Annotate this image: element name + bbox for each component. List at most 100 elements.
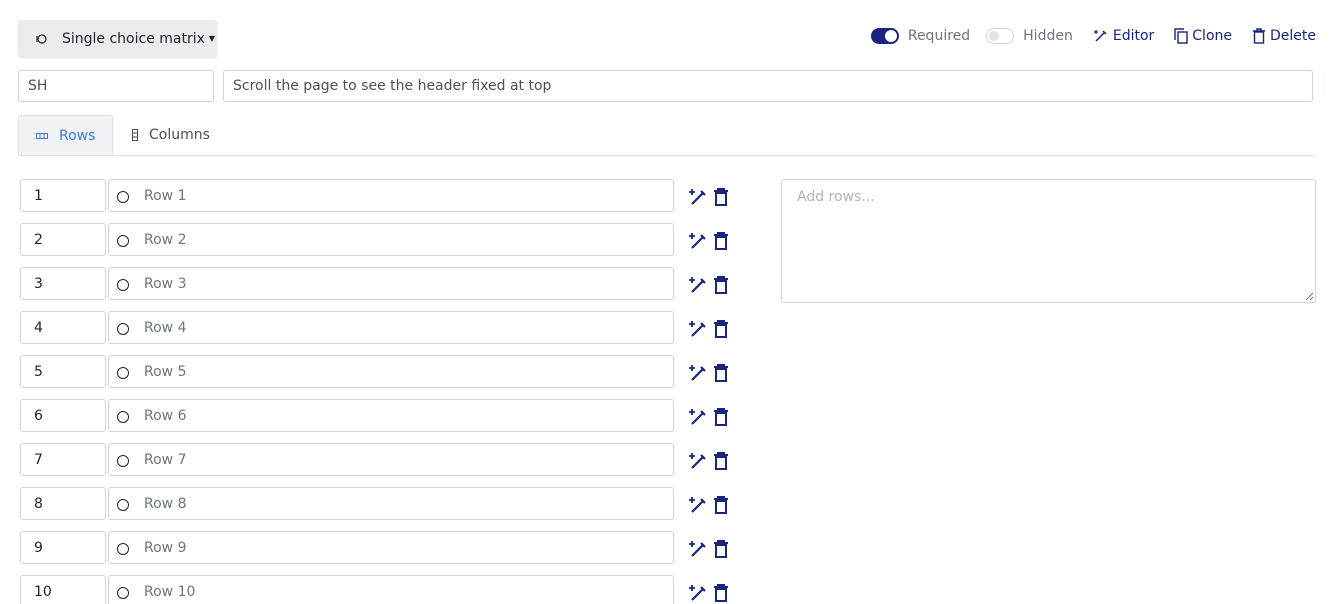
row-label-text: Row 1	[144, 187, 187, 204]
row-label-input[interactable]: Row 4	[108, 311, 674, 344]
copy-icon	[1174, 28, 1188, 44]
radio-icon	[117, 586, 129, 599]
row-actions	[688, 363, 734, 383]
edit-row-icon[interactable]	[688, 539, 708, 559]
row-actions	[688, 231, 734, 251]
radio-icon	[117, 542, 129, 555]
caret-down-icon: ▼	[208, 34, 216, 43]
radio-icon	[117, 234, 129, 247]
hidden-label: Hidden	[1023, 28, 1073, 44]
row-label-text: Row 10	[144, 583, 196, 600]
question-type-label: Single choice matrix	[62, 30, 205, 47]
delete-row-icon[interactable]	[713, 408, 729, 426]
row-code-input[interactable]: 9	[20, 531, 106, 564]
row-actions	[688, 275, 734, 295]
delete-row-icon[interactable]	[713, 496, 729, 514]
row-code-input[interactable]: 2	[20, 223, 106, 256]
editor-button[interactable]: Editor	[1093, 28, 1154, 44]
row-code-input[interactable]: 7	[20, 443, 106, 476]
row-label-text: Row 9	[144, 539, 187, 556]
matrix-type-icon	[34, 32, 48, 46]
rows-columns-tabs: Rows Columns	[18, 115, 1315, 156]
edit-row-icon[interactable]	[688, 363, 708, 383]
delete-row-icon[interactable]	[713, 364, 729, 382]
radio-icon	[117, 190, 129, 203]
resize-handle-icon[interactable]	[1305, 292, 1313, 300]
delete-row-icon[interactable]	[713, 232, 729, 250]
row-label-text: Row 2	[144, 231, 187, 248]
row-label-input[interactable]: Row 8	[108, 487, 674, 520]
tab-columns[interactable]: Columns	[132, 115, 210, 155]
radio-icon	[117, 454, 129, 467]
question-title-input[interactable]: Scroll the page to see the header fixed …	[223, 70, 1313, 102]
trash-icon	[1253, 28, 1265, 44]
row-label-input[interactable]: Row 1	[108, 179, 674, 212]
row-label-input[interactable]: Row 7	[108, 443, 674, 476]
radio-icon	[117, 498, 129, 511]
edit-row-icon[interactable]	[688, 319, 708, 339]
row-label-text: Row 4	[144, 319, 187, 336]
delete-row-icon[interactable]	[713, 276, 729, 294]
row-actions	[688, 407, 734, 427]
question-toolbar: Required Hidden Editor Clone Delete	[870, 28, 1316, 44]
delete-row-icon[interactable]	[713, 584, 729, 602]
row-code-input[interactable]: 6	[20, 399, 106, 432]
row-actions	[688, 451, 734, 471]
question-code-input[interactable]: SH	[18, 70, 214, 102]
row-actions	[688, 583, 734, 603]
add-rows-placeholder: Add rows...	[797, 189, 875, 205]
hidden-toggle[interactable]	[986, 28, 1015, 44]
row-actions	[688, 539, 734, 559]
row-label-text: Row 3	[144, 275, 187, 292]
row-label-text: Row 5	[144, 363, 187, 380]
question-type-dropdown[interactable]: Single choice matrix ▼	[18, 20, 217, 57]
row-code-input[interactable]: 1	[20, 179, 106, 212]
row-actions	[688, 495, 734, 515]
tab-rows[interactable]: Rows	[18, 115, 113, 155]
row-label-text: Row 6	[144, 407, 187, 424]
row-actions	[688, 319, 734, 339]
columns-icon	[132, 129, 138, 141]
edit-row-icon[interactable]	[688, 495, 708, 515]
delete-button[interactable]: Delete	[1252, 28, 1316, 44]
edit-row-icon[interactable]	[688, 451, 708, 471]
delete-row-icon[interactable]	[713, 320, 729, 338]
pencil-icon	[1093, 30, 1107, 42]
row-label-input[interactable]: Row 6	[108, 399, 674, 432]
required-label: Required	[907, 28, 971, 44]
row-label-input[interactable]: Row 2	[108, 223, 674, 256]
clone-button[interactable]: Clone	[1174, 28, 1232, 44]
tab-columns-label: Columns	[149, 127, 210, 143]
radio-icon	[117, 322, 129, 335]
edit-row-icon[interactable]	[688, 407, 708, 427]
row-label-text: Row 7	[144, 451, 187, 468]
edit-row-icon[interactable]	[688, 583, 708, 603]
required-toggle[interactable]	[870, 28, 899, 44]
delete-row-icon[interactable]	[713, 452, 729, 470]
row-label-input[interactable]: Row 9	[108, 531, 674, 564]
radio-icon	[117, 278, 129, 291]
row-label-input[interactable]: Row 3	[108, 267, 674, 300]
delete-row-icon[interactable]	[713, 188, 729, 206]
edit-row-icon[interactable]	[688, 187, 708, 207]
row-code-input[interactable]: 8	[20, 487, 106, 520]
add-rows-textarea[interactable]: Add rows...	[781, 179, 1316, 303]
row-label-input[interactable]: Row 10	[108, 575, 674, 604]
row-code-input[interactable]: 10	[20, 575, 106, 604]
editor-label: Editor	[1112, 28, 1155, 44]
delete-row-icon[interactable]	[713, 540, 729, 558]
row-actions	[688, 187, 734, 207]
delete-label: Delete	[1270, 28, 1316, 44]
row-label-text: Row 8	[144, 495, 187, 512]
edit-row-icon[interactable]	[688, 231, 708, 251]
rows-icon	[36, 132, 48, 139]
row-code-input[interactable]: 3	[20, 267, 106, 300]
row-label-input[interactable]: Row 5	[108, 355, 674, 388]
row-code-input[interactable]: 4	[20, 311, 106, 344]
tab-rows-label: Rows	[59, 127, 96, 144]
radio-icon	[117, 366, 129, 379]
edit-row-icon[interactable]	[688, 275, 708, 295]
radio-icon	[117, 410, 129, 423]
question-editor: Single choice matrix ▼ Required Hidden E…	[0, 0, 1335, 604]
row-code-input[interactable]: 5	[20, 355, 106, 388]
